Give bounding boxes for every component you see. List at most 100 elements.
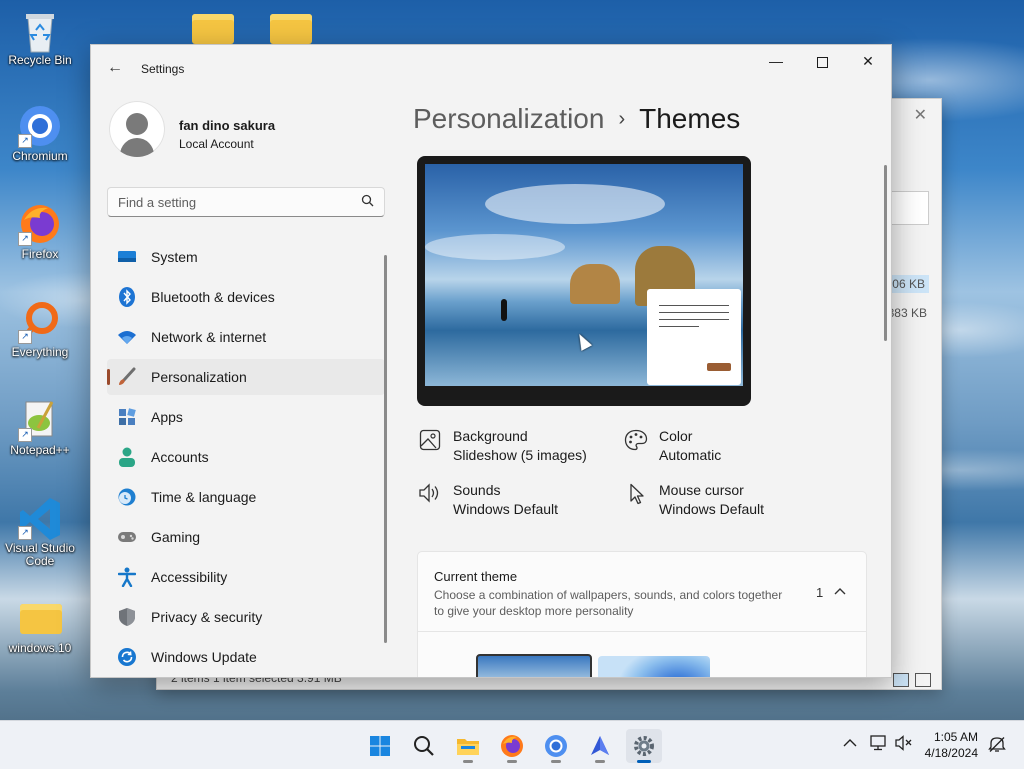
sidebar-item-apps[interactable]: Apps: [107, 399, 385, 435]
sample-window-preview: [647, 289, 741, 385]
desktop-icon-label: Recycle Bin: [8, 53, 72, 67]
search-box[interactable]: [107, 187, 385, 217]
sidebar-item-label: Accessibility: [151, 569, 228, 585]
picture-icon: [417, 429, 443, 455]
update-icon: [117, 647, 137, 667]
sidebar-item-label: Apps: [151, 409, 183, 425]
sidebar-item-label: Gaming: [151, 529, 201, 545]
page-title: Themes: [639, 103, 741, 134]
accessibility-icon: [117, 567, 137, 587]
sidebar-item-label: Network & internet: [151, 329, 267, 345]
folder-icon: [250, 0, 312, 44]
taskbar-app[interactable]: [582, 729, 618, 763]
color-value: Automatic: [659, 447, 722, 463]
desktop-icon-windows10[interactable]: windows.10: [0, 596, 80, 655]
user-name: fan dino sakura: [179, 118, 276, 133]
sidebar-item-personalization[interactable]: Personalization: [107, 359, 385, 395]
firefox-icon: ↗: [18, 202, 62, 246]
tiles-view-icon[interactable]: [915, 673, 931, 687]
chevron-up-icon[interactable]: [834, 582, 846, 598]
desktop-icon-label: Notepad++: [10, 443, 70, 457]
sidebar-item-network[interactable]: Network & internet: [107, 319, 385, 355]
avatar[interactable]: [109, 101, 165, 157]
network-icon[interactable]: [870, 735, 888, 754]
sounds-setting[interactable]: Sounds Windows Default: [417, 481, 558, 519]
palette-icon: [623, 429, 649, 455]
search-input[interactable]: [108, 188, 358, 216]
theme-thumbnail-selected[interactable]: [476, 654, 592, 677]
current-theme-card[interactable]: Current theme Choose a combination of wa…: [417, 551, 867, 677]
minimize-button[interactable]: —: [753, 45, 799, 77]
notifications-icon[interactable]: [988, 735, 1006, 756]
theme-thumbnail[interactable]: [598, 656, 710, 677]
sidebar-item-privacy[interactable]: Privacy & security: [107, 599, 385, 635]
desktop-icon-label: windows.10: [8, 641, 72, 655]
main-scrollbar[interactable]: [884, 165, 887, 341]
maximize-button[interactable]: [799, 45, 845, 77]
clock[interactable]: 1:05 AM 4/18/2024: [925, 729, 978, 761]
current-theme-title: Current theme: [434, 569, 518, 584]
clock-time: 1:05 AM: [933, 730, 978, 744]
desktop-icon-folder[interactable]: [154, 0, 234, 46]
theme-preview: [417, 156, 751, 406]
desktop-icon-firefox[interactable]: ↗ Firefox: [0, 202, 80, 261]
sidebar-scrollbar[interactable]: [384, 255, 387, 643]
search-icon: [414, 736, 434, 756]
taskbar-chromium[interactable]: [538, 729, 574, 763]
taskbar-settings[interactable]: [626, 729, 662, 763]
desktop-icon-label: Visual Studio Code: [5, 541, 75, 568]
file-size: 383 KB: [887, 306, 927, 320]
breadcrumb-parent[interactable]: Personalization: [413, 103, 604, 134]
firefox-icon: [501, 735, 523, 757]
search-icon[interactable]: [361, 194, 374, 210]
sidebar-item-windows-update[interactable]: Windows Update: [107, 639, 385, 675]
desktop-icon-notepadpp[interactable]: ↗ Notepad++: [0, 398, 80, 457]
current-theme-description: Choose a combination of wallpapers, soun…: [434, 588, 783, 618]
windows-logo-icon: [370, 736, 390, 756]
start-button[interactable]: [362, 729, 398, 763]
close-icon[interactable]: ✕: [914, 105, 927, 125]
chevron-up-icon[interactable]: [843, 735, 857, 751]
background-setting[interactable]: Background Slideshow (5 images): [417, 427, 587, 465]
desktop-icon-chromium[interactable]: ↗ Chromium: [0, 104, 80, 163]
sidebar-item-accounts[interactable]: Accounts: [107, 439, 385, 475]
sidebar-item-gaming[interactable]: Gaming: [107, 519, 385, 555]
search-field[interactable]: [891, 191, 929, 225]
speaker-icon: [417, 483, 443, 509]
sidebar-item-label: Personalization: [151, 369, 247, 385]
sidebar-item-time-language[interactable]: Time & language: [107, 479, 385, 515]
globe-clock-icon: [117, 487, 137, 507]
volume-muted-icon[interactable]: [895, 735, 913, 754]
details-view-icon[interactable]: [893, 673, 909, 687]
desktop-icon-folder-2[interactable]: [232, 0, 312, 46]
notepadpp-icon: ↗: [18, 398, 62, 442]
desktop-icon-vscode[interactable]: ↗ Visual Studio Code: [0, 496, 80, 568]
title-bar: ← Settings — ✕: [91, 45, 891, 93]
sidebar-item-system[interactable]: System: [107, 239, 385, 275]
color-title: Color: [659, 428, 693, 444]
sidebar-item-label: Accounts: [151, 449, 209, 465]
back-arrow-icon[interactable]: ←: [107, 59, 123, 77]
chevron-right-icon: ›: [618, 108, 626, 130]
mouse-cursor-setting[interactable]: Mouse cursor Windows Default: [623, 481, 764, 519]
desktop-icon-everything[interactable]: ↗ Everything: [0, 300, 80, 359]
vscode-icon: ↗: [18, 496, 62, 540]
gear-icon: [634, 736, 654, 756]
theme-count: 1: [816, 585, 824, 600]
wallpaper-preview-image: [425, 164, 743, 386]
color-setting[interactable]: Color Automatic: [623, 427, 721, 465]
account-type: Local Account: [179, 137, 254, 151]
sidebar-item-label: Bluetooth & devices: [151, 289, 275, 305]
sidebar-item-accessibility[interactable]: Accessibility: [107, 559, 385, 595]
close-button[interactable]: ✕: [845, 45, 891, 77]
desktop-icon-recycle-bin[interactable]: Recycle Bin: [0, 8, 80, 67]
folder-icon: [457, 739, 479, 755]
view-toggle[interactable]: [893, 673, 931, 687]
shield-icon: [117, 607, 137, 627]
sidebar-item-bluetooth[interactable]: Bluetooth & devices: [107, 279, 385, 315]
taskbar-search-button[interactable]: [406, 729, 442, 763]
apps-icon: [117, 407, 137, 427]
sidebar-item-label: Privacy & security: [151, 609, 263, 625]
taskbar-file-explorer[interactable]: [450, 729, 486, 763]
taskbar-firefox[interactable]: [494, 729, 530, 763]
